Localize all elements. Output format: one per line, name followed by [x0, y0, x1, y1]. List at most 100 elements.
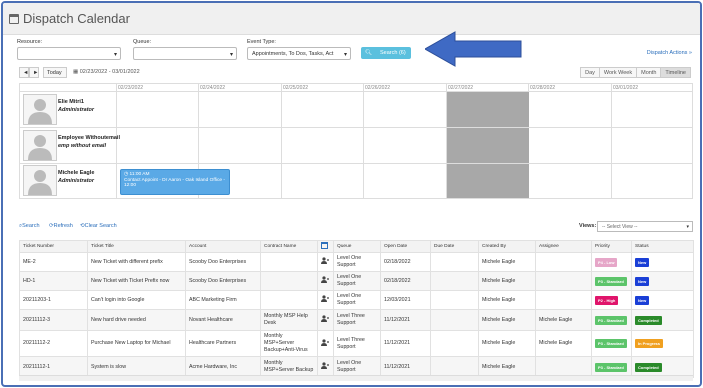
user-silhouette-icon — [28, 99, 52, 124]
calendar-event[interactable]: ◷ 11:00 AM Contact Appoint - Dr Aaron - … — [120, 169, 230, 195]
view-switcher: Day Work Week Month Timeline — [580, 67, 691, 78]
created-by: Michele Eagle — [478, 309, 536, 331]
assignee: Michele Eagle — [535, 309, 592, 331]
column-header[interactable]: Ticket Title — [87, 240, 186, 253]
table-row[interactable]: HD-1 New Ticket with Ticket Prefix now Sco… — [19, 271, 694, 291]
created-by: Michele Eagle — [478, 271, 536, 291]
priority-badge: P3 - Standard — [595, 276, 627, 286]
assign-cell[interactable] — [317, 330, 334, 357]
assign-cell[interactable] — [317, 309, 334, 331]
views-label: Views: — [579, 223, 597, 229]
assign-user-icon[interactable] — [321, 338, 329, 346]
priority-badge: P3 - Standard — [595, 315, 627, 325]
assignee — [535, 252, 592, 272]
next-button[interactable]: ► — [29, 67, 39, 78]
date-header: 02/25/2022 — [283, 85, 309, 91]
column-header[interactable]: Contract Name — [260, 240, 318, 253]
open-date: 12/03/2021 — [380, 290, 431, 310]
assign-user-icon[interactable] — [321, 276, 329, 283]
priority-badge: P3 - Standard — [595, 362, 627, 372]
view-month-button[interactable]: Month — [636, 67, 662, 78]
annotation-arrow — [425, 31, 522, 67]
grid-clear-search-button[interactable]: ⟲Clear Search — [80, 223, 117, 229]
event-type-select[interactable]: Appointments, To Dos, Tasks, Act ▾ — [247, 47, 351, 60]
assignee — [535, 271, 592, 291]
calendar-icon: ▦ — [73, 69, 80, 75]
column-header[interactable]: Assignee — [535, 240, 592, 253]
table-row[interactable]: 20211203-1 Can't login into Google ABC Mar… — [19, 290, 694, 310]
horizontal-scrollbar[interactable] — [19, 375, 693, 381]
column-header[interactable]: Open Date — [380, 240, 431, 253]
due-date — [430, 309, 479, 331]
status-cell: New — [631, 252, 694, 272]
assign-user-icon[interactable] — [321, 315, 329, 322]
ticket-number-link[interactable]: 20211112-2 — [19, 330, 88, 357]
account-name: Novant Healthcare — [185, 309, 261, 331]
column-header[interactable] — [317, 240, 334, 253]
table-row[interactable]: 20211112-3 New hard drive needed Novant He… — [19, 309, 694, 331]
column-header[interactable]: Priority — [591, 240, 632, 253]
assign-cell[interactable] — [317, 271, 334, 291]
ticket-number-link[interactable]: 20211112-3 — [19, 309, 88, 331]
status-badge: New — [635, 276, 650, 286]
due-date — [430, 330, 479, 357]
column-header[interactable]: Status — [631, 240, 694, 253]
page-title: Dispatch Calendar — [23, 11, 130, 26]
resource-row: Elie Mitri1 Administrator — [20, 92, 692, 128]
date-header: 02/28/2022 — [530, 85, 556, 91]
column-header[interactable]: Ticket Number — [19, 240, 88, 253]
created-by: Michele Eagle — [478, 290, 536, 310]
ticket-number-link[interactable]: ME-2 — [19, 252, 88, 272]
created-by: Michele Eagle — [478, 252, 536, 272]
view-day-button[interactable]: Day — [580, 67, 600, 78]
assign-cell[interactable] — [317, 252, 334, 272]
priority-cell: P3 - Standard — [591, 271, 632, 291]
table-row[interactable]: 20211112-2 Purchase New Laptop for Michae… — [19, 330, 694, 357]
column-header[interactable]: Account — [185, 240, 261, 253]
ticket-number-link[interactable]: 20211203-1 — [19, 290, 88, 310]
view-timeline-button[interactable]: Timeline — [660, 67, 691, 78]
status-cell: New — [631, 290, 694, 310]
assign-user-icon[interactable] — [321, 257, 329, 264]
table-header-row: Ticket Number Ticket Title Account Contr… — [19, 240, 694, 253]
resource-select[interactable]: ▾ — [17, 47, 121, 60]
grid-toolbar: ⌕Search ⟳Refresh ⟲Clear Search Views: --… — [19, 221, 693, 233]
calendar-icon — [9, 14, 19, 24]
assign-user-icon[interactable] — [321, 295, 329, 302]
column-header[interactable]: Queue — [333, 240, 381, 253]
ticket-number-link[interactable]: HD-1 — [19, 271, 88, 291]
open-date: 11/12/2021 — [380, 330, 431, 357]
chevron-down-icon: ▾ — [113, 52, 117, 58]
today-button[interactable]: Today — [43, 67, 67, 78]
contract-name — [260, 252, 318, 272]
resource-name: Employee Withoutemail emp without email — [58, 135, 120, 149]
date-header: 02/23/2022 — [118, 85, 144, 91]
resource-role: Administrator — [58, 107, 95, 113]
assign-user-icon[interactable] — [321, 362, 329, 369]
assignee — [535, 290, 592, 310]
priority-badge: P4 - Low — [595, 257, 618, 267]
queue-select[interactable]: ▾ — [133, 47, 237, 60]
prev-button[interactable]: ◄ — [19, 67, 29, 78]
search-button[interactable]: 🔍︎ Search (6) — [361, 47, 411, 59]
dispatch-actions-menu[interactable]: Dispatch Actions » — [647, 50, 692, 56]
event-type-label: Event Type: — [247, 39, 276, 45]
queue: Level One Support — [333, 252, 381, 272]
assign-cell[interactable] — [317, 290, 334, 310]
date-range[interactable]: ▦ 02/23/2022 - 03/01/2022 — [73, 69, 140, 75]
views-select[interactable]: -- Select View -- ▾ — [597, 221, 693, 232]
column-header[interactable]: Created By — [478, 240, 536, 253]
queue-label: Queue: — [133, 39, 152, 45]
avatar — [23, 94, 57, 125]
ticket-title: New hard drive needed — [87, 309, 186, 331]
priority-cell: P3 - Standard — [591, 330, 632, 357]
resource-name: Elie Mitri1 Administrator — [58, 99, 95, 113]
grid-search-button[interactable]: ⌕Search — [19, 223, 40, 230]
account-name: Scooby Doo Enterprises — [185, 271, 261, 291]
open-date: 11/12/2021 — [380, 309, 431, 331]
grid-refresh-button[interactable]: ⟳Refresh — [49, 223, 73, 229]
table-row[interactable]: ME-2 New Ticket with different prefix Scoo… — [19, 252, 694, 272]
column-header[interactable]: Due Date — [430, 240, 479, 253]
view-work-week-button[interactable]: Work Week — [598, 67, 638, 78]
priority-cell: P2 - High — [591, 290, 632, 310]
